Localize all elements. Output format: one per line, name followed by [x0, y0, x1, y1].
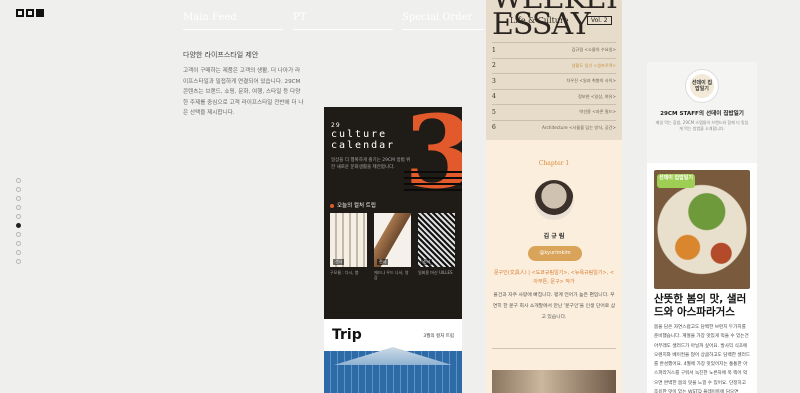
page-dot[interactable]: [16, 232, 21, 237]
bullet-icon: [330, 203, 334, 208]
nav-special-order[interactable]: Special Order: [402, 12, 472, 23]
nav-underline-1: [183, 29, 283, 30]
intro-body: 고객이 구매하는 제품은 고객의 생활, 더 나아가 라이프스타일과 밀접하게 …: [183, 68, 304, 117]
stripe-decoration: [404, 171, 462, 173]
thumb-caption: 일회용 머신 UILLES: [418, 270, 453, 275]
photo-badge: 선데이 집밥일기: [657, 174, 695, 188]
logo-mark-mid: [26, 9, 34, 17]
toc-title: 차우진 <일과 취향의 사이>: [566, 78, 616, 84]
thumb-tag: 전시: [421, 259, 433, 265]
meal-badge-text: 선데이 집밥일기: [690, 74, 714, 98]
author-handle-button[interactable]: @kyurimkim: [528, 246, 582, 261]
page-dot[interactable]: [16, 241, 21, 246]
trip-subtitle: 3월의 컬처 트립: [423, 334, 454, 339]
meal-title: 29CM STAFF의 선데이 집밥일기: [660, 111, 744, 117]
stripe-decoration: [404, 189, 462, 191]
logo[interactable]: [16, 9, 52, 18]
thumb-tag: 전시: [377, 259, 389, 265]
big-number: 3: [404, 107, 462, 211]
essay-header: WEEKLY ESSAY Life & Culture Vol. 2 1김규림 …: [486, 0, 622, 140]
toc-row[interactable]: 6 Architecture <사물을 담는 방식, 공간>: [492, 119, 616, 136]
divider: [492, 348, 616, 349]
section-heading: 오늘의 컬처 트립: [330, 201, 376, 209]
thumb-image: 전시: [418, 213, 455, 267]
calendar-number-label: 29: [331, 122, 341, 129]
table-of-contents: 1 김규림 <소몰의 수요일> 2 생활도 일기 <생프로젝> 3 차우진 <일과 취…: [492, 42, 616, 135]
thumb-image: 전시: [330, 213, 367, 267]
toc-number: 1: [492, 46, 496, 54]
salad-photo: 선데이 집밥일기: [654, 170, 750, 289]
toc-number: 5: [492, 108, 496, 116]
page-dot[interactable]: [16, 205, 21, 210]
essay-photo: [492, 370, 616, 393]
toc-row[interactable]: 2 생활도 일기 <생프로젝>: [492, 57, 616, 74]
logo-mark-left: [16, 9, 24, 17]
page-dot[interactable]: [16, 250, 21, 255]
trip-section[interactable]: Trip 3월의 컬처 트립: [324, 319, 462, 393]
culture-calendar-card[interactable]: 3 29 culture calendar 일상을 더 행복하게 즐기는 29C…: [324, 107, 462, 393]
toc-title: 박선용 <자존 필드>: [579, 109, 616, 115]
page-dot[interactable]: [16, 214, 21, 219]
stripe-decoration: [404, 183, 462, 185]
culture-thumb[interactable]: 전시 에드나 우드 나서, 영감: [374, 213, 411, 280]
toc-number: 6: [492, 124, 496, 132]
trip-title: Trip: [332, 327, 362, 343]
meal-headline: 산뜻한 봄의 맛, 샐러드와 아스파라거스: [654, 293, 747, 318]
toc-row[interactable]: 1 김규림 <소몰의 수요일>: [492, 42, 616, 58]
toc-row[interactable]: 3 차우진 <일과 취향의 사이>: [492, 73, 616, 89]
thumb-caption: 구모름 : 다시, 봄: [330, 270, 359, 275]
toc-row[interactable]: 4 정보현 <일상, 여유>: [492, 88, 616, 105]
author-tags: 문구인(文具人) | <도쿄규림일기>, <뉴욕규림일기>, <아무튼, 문구>…: [493, 270, 615, 285]
meal-badge: 선데이 집밥일기: [685, 69, 719, 103]
thumb-image: 전시: [374, 213, 411, 267]
chapter-label: Chapter 1: [538, 160, 570, 167]
page-dot[interactable]: [16, 196, 21, 201]
nav-underline-2: [293, 29, 393, 30]
toc-number: 2: [492, 62, 496, 70]
nav-underline-3: [402, 29, 484, 30]
author-name: 김 규 림: [543, 233, 565, 240]
logo-mark-right: [36, 9, 44, 17]
nav-main-feed[interactable]: Main Feed: [183, 12, 237, 23]
page-dot-active[interactable]: [16, 223, 21, 228]
meal-header: 선데이 집밥일기 29CM STAFF의 선데이 집밥일기 매일 먹는 집밥, …: [647, 62, 757, 163]
thumb-caption: 에드나 우드 나서, 영감: [374, 270, 409, 280]
author-avatar: [534, 180, 574, 220]
calendar-title: culture calendar: [331, 129, 395, 151]
weekly-essay-card[interactable]: WEEKLY ESSAY Life & Culture Vol. 2 1김규림 …: [486, 0, 622, 393]
page-dot[interactable]: [16, 259, 21, 264]
culture-thumb[interactable]: 전시 구모름 : 다시, 봄: [330, 213, 367, 280]
toc-row[interactable]: 5 박선용 <자존 필드>: [492, 104, 616, 120]
page-dots: [16, 178, 22, 268]
toc-number: 3: [492, 77, 496, 85]
page-dot[interactable]: [16, 187, 21, 192]
meal-subtitle: 매일 먹는 집밥, 29CM 스탭들이 브랜드와 함께 더 맛있게 먹는 방법을…: [655, 120, 749, 131]
stripe-decoration: [404, 177, 462, 179]
toc-number: 4: [492, 93, 496, 101]
vol-badge: Vol. 2: [587, 16, 612, 25]
essay-subtitle: Life & Culture: [510, 16, 569, 25]
toc-title-highlight: 생활도 일기 <생프로젝>: [571, 62, 616, 68]
toc-title: 정보현 <일상, 여유>: [578, 93, 616, 99]
culture-thumb[interactable]: 전시 일회용 머신 UILLES: [418, 213, 455, 280]
page-dot[interactable]: [16, 178, 21, 183]
toc-title: 김규림 <소몰의 수요일>: [571, 47, 616, 53]
meal-body: 봄을 담은 자연스럽고도 담백한 브런치 두가지를 준비했습니다. 계절을 가장…: [654, 325, 751, 393]
nav-pt[interactable]: PT: [293, 12, 306, 23]
calendar-title-line2: calendar: [331, 140, 396, 151]
thumb-tag: 전시: [333, 259, 345, 265]
toc-title: Architecture <사물을 담는 방식, 공간>: [542, 124, 616, 130]
calendar-title-line1: culture: [331, 129, 388, 140]
section-label: 오늘의 컬처 트립: [337, 203, 376, 209]
culture-thumb-list: 전시 구모름 : 다시, 봄 전시 에드나 우드 나서, 영감 전시 일회용 머…: [330, 213, 455, 280]
author-description: 물건과 자주 사랑에 빠집니다. 평계 언어가 높은 편입니다. 우연히 한 문…: [492, 293, 616, 320]
calendar-subtitle: 일상을 더 행복하게 즐기는 29CM 방법 위한 새로운 문화생활을 제안합니…: [331, 158, 411, 170]
intro-title: 다양한 라이프스타일 제안: [183, 51, 259, 59]
sunday-home-meal-card[interactable]: 선데이 집밥일기 29CM STAFF의 선데이 집밥일기 매일 먹는 집밥, …: [647, 62, 757, 393]
